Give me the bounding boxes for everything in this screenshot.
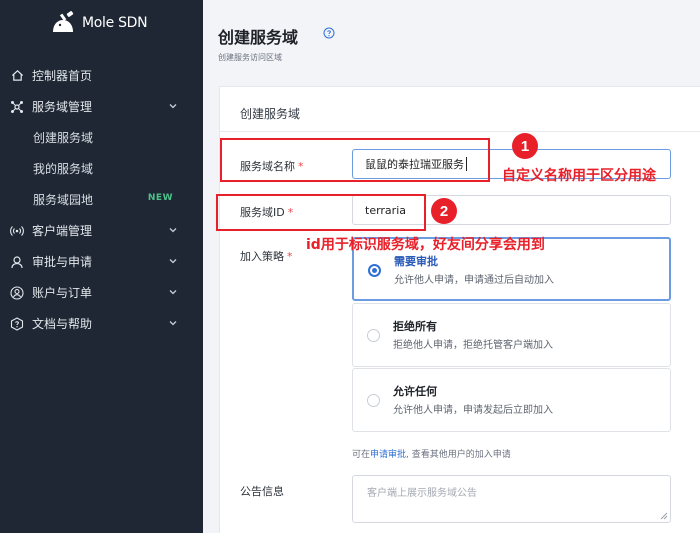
annotation-note-id: id用于标识服务域，好友间分享会用到 bbox=[306, 237, 545, 253]
sidebar-item-domain-garden[interactable]: 服务域园地 NEW bbox=[0, 184, 203, 215]
notice-label: 公告信息 bbox=[240, 485, 284, 498]
sidebar-item-label: 服务域园地 bbox=[33, 193, 94, 207]
option-title: 拒绝所有 bbox=[393, 320, 437, 333]
annotation-badge-2: 2 bbox=[431, 198, 457, 224]
sidebar-nav: 控制器首页 服务域管理 创建服务域 我的服务域 服务域园地 NEW 客户端管理 bbox=[0, 60, 203, 339]
sidebar-item-label: 账户与订单 bbox=[32, 286, 93, 300]
resize-handle-icon[interactable] bbox=[660, 512, 668, 520]
page-subtitle: 创建服务访问区域 bbox=[218, 53, 282, 62]
sidebar-item-create-domain[interactable]: 创建服务域 bbox=[0, 122, 203, 153]
radio-unselected[interactable] bbox=[367, 394, 380, 407]
chevron-down-icon bbox=[169, 228, 177, 233]
main-content: 创建服务域 创建服务访问区域 创建服务域 服务域名称 * 鼠鼠的泰拉瑞亚服务 服务… bbox=[203, 0, 700, 533]
sidebar-item-label: 审批与申请 bbox=[32, 255, 93, 269]
sidebar-item-account-orders[interactable]: 账户与订单 bbox=[0, 277, 203, 308]
sidebar-item-label: 客户端管理 bbox=[32, 224, 93, 238]
join-policy-label: 加入策略 * bbox=[240, 248, 293, 264]
annotation-box-name bbox=[220, 138, 490, 182]
approve-icon bbox=[10, 255, 24, 269]
option-desc: 允许他人申请，申请通过后自动加入 bbox=[394, 275, 554, 286]
textarea-placeholder: 客户端上展示服务域公告 bbox=[367, 488, 477, 499]
sidebar: Mole SDN 控制器首页 服务域管理 创建服务域 我的服务域 服务域园地 N… bbox=[0, 0, 203, 533]
sidebar-item-domain-management[interactable]: 服务域管理 bbox=[0, 91, 203, 122]
sidebar-item-label: 文档与帮助 bbox=[32, 317, 93, 331]
chevron-down-icon bbox=[169, 321, 177, 326]
policy-option-allow-any[interactable]: 允许任何 允许他人申请，申请发起后立即加入 bbox=[352, 368, 671, 432]
approval-hint: 可在申请审批, 查看其他用户的加入申请 bbox=[352, 447, 511, 460]
annotation-badge-1: 1 bbox=[512, 133, 538, 159]
annotation-box-id bbox=[216, 194, 426, 231]
sidebar-item-client-management[interactable]: 客户端管理 bbox=[0, 215, 203, 246]
sidebar-item-my-domains[interactable]: 我的服务域 bbox=[0, 153, 203, 184]
card-title: 创建服务域 bbox=[240, 107, 301, 121]
required-mark: * bbox=[287, 250, 293, 263]
annotation-note-name: 自定义名称用于区分用途 bbox=[502, 168, 656, 184]
hint-suffix: , 查看其他用户的加入申请 bbox=[406, 450, 511, 460]
option-desc: 允许他人申请，申请发起后立即加入 bbox=[393, 405, 553, 416]
option-desc: 拒绝他人申请，拒绝托管客户端加入 bbox=[393, 340, 553, 351]
sidebar-item-label: 创建服务域 bbox=[33, 131, 94, 145]
divider bbox=[220, 131, 700, 132]
sidebar-item-docs-help[interactable]: 文档与帮助 bbox=[0, 308, 203, 339]
option-title: 允许任何 bbox=[393, 385, 437, 398]
sidebar-item-approvals[interactable]: 审批与申请 bbox=[0, 246, 203, 277]
chevron-down-icon bbox=[169, 290, 177, 295]
hint-prefix: 可在 bbox=[352, 450, 371, 460]
question-circle-icon[interactable] bbox=[323, 27, 335, 39]
brand[interactable]: Mole SDN bbox=[50, 6, 148, 40]
account-icon bbox=[10, 285, 24, 300]
radio-selected[interactable] bbox=[368, 264, 381, 277]
radio-unselected[interactable] bbox=[367, 329, 380, 342]
sidebar-item-label: 控制器首页 bbox=[32, 69, 93, 83]
option-title: 需要审批 bbox=[394, 255, 438, 268]
policy-option-reject-all[interactable]: 拒绝所有 拒绝他人申请，拒绝托管客户端加入 bbox=[352, 303, 671, 367]
broadcast-icon bbox=[10, 224, 24, 238]
mole-logo-icon bbox=[53, 11, 74, 32]
page-title: 创建服务域 bbox=[218, 28, 299, 47]
sidebar-item-label: 我的服务域 bbox=[33, 162, 94, 176]
help-doc-icon bbox=[10, 316, 24, 331]
sidebar-item-label: 服务域管理 bbox=[32, 100, 93, 114]
chevron-down-icon bbox=[169, 104, 177, 109]
home-icon bbox=[10, 69, 24, 83]
chevron-down-icon bbox=[169, 259, 177, 264]
cluster-icon bbox=[10, 100, 24, 114]
approval-link[interactable]: 申请审批 bbox=[370, 450, 406, 460]
sidebar-item-controller-home[interactable]: 控制器首页 bbox=[0, 60, 203, 91]
brand-name: Mole SDN bbox=[82, 15, 148, 31]
new-badge: NEW bbox=[147, 193, 173, 203]
notice-textarea[interactable]: 客户端上展示服务域公告 bbox=[352, 475, 671, 523]
label-text: 加入策略 bbox=[240, 250, 284, 263]
